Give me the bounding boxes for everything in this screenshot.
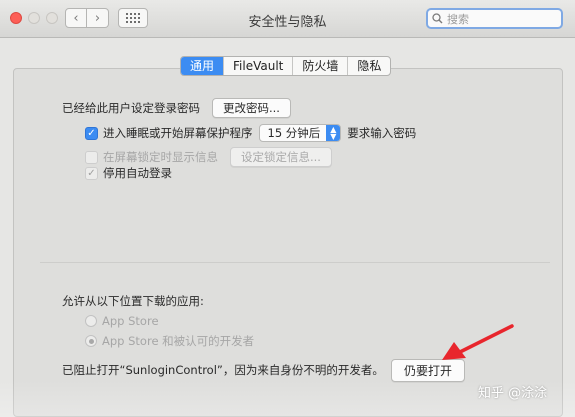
tab-privacy[interactable]: 隐私: [348, 57, 390, 75]
annotation-arrow-icon: [442, 324, 514, 360]
auto-login-row: ✓ 停用自动登录: [85, 165, 172, 181]
auto-login-label: 停用自动登录: [103, 166, 172, 180]
lock-message-label: 在屏幕锁定时显示信息: [103, 150, 218, 164]
set-lock-message-button[interactable]: 设定锁定信息...: [230, 147, 332, 167]
password-row: 已经给此用户设定登录密码 更改密码...: [62, 98, 291, 118]
sleep-delay-select[interactable]: 15 分钟后 ▲ ▼: [258, 124, 342, 142]
close-window-button[interactable]: [10, 12, 22, 24]
tab-filevault[interactable]: FileVault: [224, 57, 294, 75]
sleep-checkbox-label: 进入睡眠或开始屏幕保护程序: [103, 126, 253, 140]
tab-firewall[interactable]: 防火墙: [293, 57, 349, 75]
sleep-delay-value: 15 分钟后: [267, 126, 321, 140]
password-label: 已经给此用户设定登录密码: [62, 101, 200, 115]
forward-button[interactable]: ›: [87, 8, 109, 28]
identified-developers-option[interactable]: App Store 和被认可的开发者: [85, 333, 254, 349]
identified-developers-radio[interactable]: [85, 335, 97, 347]
auto-login-checkbox[interactable]: ✓: [85, 166, 98, 180]
sleep-suffix-label: 要求输入密码: [347, 126, 417, 140]
blocked-app-message: 已阻止打开“SunloginControl”，因为来自身份不明的开发者。: [62, 363, 384, 377]
show-all-button[interactable]: [118, 8, 148, 28]
lock-message-row: 在屏幕锁定时显示信息 设定锁定信息...: [85, 147, 332, 167]
tab-bar: 通用 FileVault 防火墙 隐私: [180, 56, 392, 76]
back-button[interactable]: ‹: [65, 8, 87, 28]
search-field[interactable]: 搜索: [426, 8, 563, 29]
lock-message-checkbox[interactable]: [85, 150, 98, 164]
app-store-label: App Store: [102, 314, 159, 328]
tab-general[interactable]: 通用: [181, 57, 225, 75]
change-password-button[interactable]: 更改密码...: [212, 98, 291, 118]
sleep-password-checkbox[interactable]: ✓: [85, 126, 98, 140]
chevron-left-icon: ‹: [73, 10, 79, 26]
identified-developers-label: App Store 和被认可的开发者: [102, 334, 255, 348]
window-title: 安全性与隐私: [248, 15, 327, 30]
grid-icon: [126, 13, 140, 23]
sleep-password-row: ✓ 进入睡眠或开始屏幕保护程序 15 分钟后 ▲ ▼ 要求输入密码: [85, 124, 416, 142]
chevron-right-icon: ›: [94, 10, 101, 26]
preferences-window: ‹ › 安全性与隐私 搜索 通用 FileVault 防火墙 隐私 已经给此用户…: [0, 0, 575, 417]
updown-arrows-icon: ▲ ▼: [326, 125, 341, 141]
downloads-heading: 允许从以下位置下载的应用:: [62, 294, 204, 308]
app-store-radio[interactable]: [85, 315, 97, 327]
titlebar: ‹ › 安全性与隐私 搜索: [0, 0, 575, 38]
watermark-text: 知乎 @涂涂: [478, 386, 548, 401]
search-placeholder: 搜索: [447, 12, 469, 26]
zoom-window-button[interactable]: [46, 12, 58, 24]
downloads-heading-row: 允许从以下位置下载的应用:: [62, 293, 204, 309]
minimize-window-button[interactable]: [28, 12, 40, 24]
section-divider: [40, 262, 550, 263]
blocked-app-row: 已阻止打开“SunloginControl”，因为来自身份不明的开发者。: [62, 362, 384, 378]
app-store-option[interactable]: App Store: [85, 314, 159, 328]
search-icon: [432, 13, 443, 24]
